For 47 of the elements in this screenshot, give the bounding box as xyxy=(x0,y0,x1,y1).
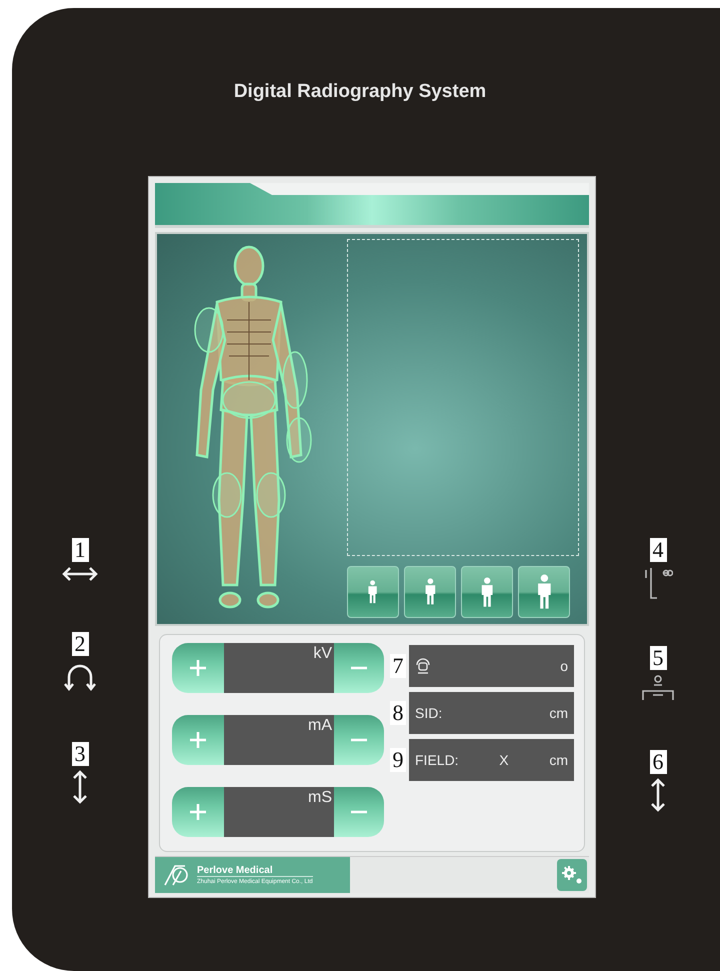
increase-button[interactable] xyxy=(172,715,224,765)
person-icon xyxy=(480,576,494,608)
callout-number: 1 xyxy=(72,538,88,562)
minus-icon xyxy=(350,810,368,814)
callout-number: 4 xyxy=(650,538,666,562)
vertical-arrow-icon xyxy=(71,770,89,804)
parameter-unit: mA xyxy=(308,716,333,735)
decrease-button[interactable] xyxy=(334,787,384,837)
increase-button[interactable] xyxy=(172,643,224,693)
person-icon xyxy=(536,574,552,610)
callout-number: 5 xyxy=(650,646,666,670)
body-size-button[interactable] xyxy=(404,566,456,618)
field-unit: cm xyxy=(549,752,568,768)
callout-number: 7 xyxy=(390,654,406,678)
parameter-unit: kV xyxy=(313,644,333,663)
decrease-button[interactable] xyxy=(334,643,384,693)
callout-number: 9 xyxy=(390,748,406,772)
sid-label: SID: xyxy=(415,705,442,721)
vertical-arrow-icon xyxy=(649,778,667,812)
decrease-button[interactable] xyxy=(334,715,384,765)
callout-number: 2 xyxy=(72,632,88,656)
body-size-button[interactable] xyxy=(518,566,570,618)
plus-icon xyxy=(189,803,207,821)
person-icon xyxy=(367,580,379,604)
plus-icon xyxy=(189,731,207,749)
tube-icon xyxy=(415,657,431,675)
minus-icon xyxy=(350,738,368,742)
settings-button[interactable] xyxy=(557,859,587,891)
plus-icon xyxy=(189,659,207,677)
minus-icon xyxy=(350,666,368,670)
callout-number: 8 xyxy=(390,701,406,725)
angle-unit: o xyxy=(560,658,568,674)
callout-number: 6 xyxy=(650,750,666,774)
horizontal-arrow-icon xyxy=(62,566,98,582)
field-separator: X xyxy=(499,752,509,768)
sid-unit: cm xyxy=(549,705,568,721)
settings-icon xyxy=(561,865,583,885)
callout-number: 3 xyxy=(72,742,88,766)
device-title: Digital Radiography System xyxy=(232,81,488,104)
increase-button[interactable] xyxy=(172,787,224,837)
company-name: Perlove Medical xyxy=(197,865,313,877)
person-icon xyxy=(424,578,436,606)
detector-stand-icon xyxy=(643,566,673,600)
field-label: FIELD: xyxy=(415,752,459,768)
parameter-unit: mS xyxy=(308,788,333,807)
body-size-button[interactable] xyxy=(347,566,399,618)
body-size-button[interactable] xyxy=(461,566,513,618)
